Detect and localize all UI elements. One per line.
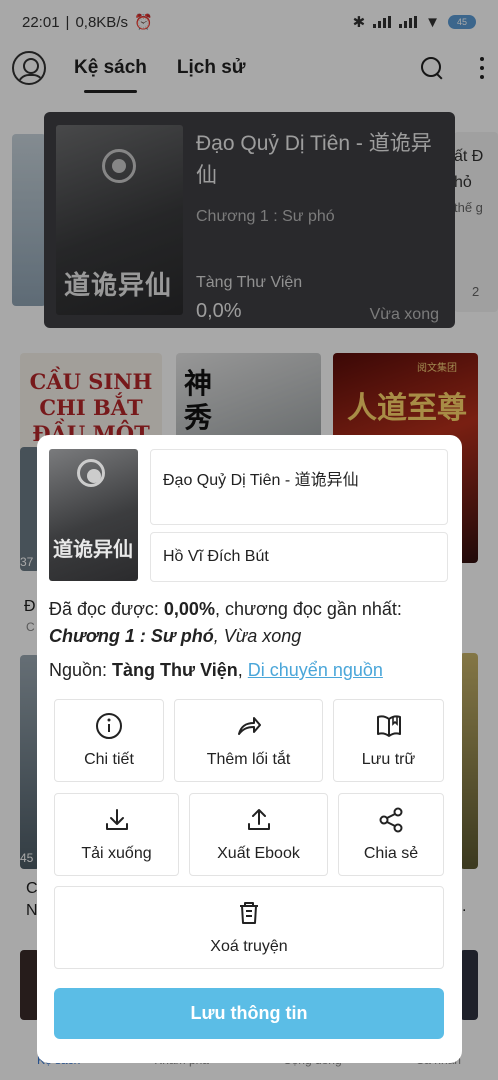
share-button[interactable]: Chia sẻ [338,793,444,876]
last-read-time: , Vừa xong [213,626,302,646]
sheet-cover-title: 道诡异仙 [53,537,133,561]
source-name: Tàng Thư Viện [112,660,238,680]
read-prefix: Đã đọc được: [49,599,164,619]
upload-icon [247,809,270,830]
add-shortcut-label: Thêm lối tắt [206,751,291,768]
sheet-cover-emblem-icon [77,459,105,487]
last-chapter: Chương 1 : Sư phó [49,626,214,646]
book-name-field[interactable]: Đạo Quỷ Dị Tiên - 道诡异仙 [150,449,448,525]
archive-label: Lưu trữ [361,751,416,768]
details-label: Chi tiết [84,751,134,768]
export-ebook-button[interactable]: Xuất Ebook [189,793,328,876]
add-shortcut-button[interactable]: Thêm lối tắt [174,699,323,782]
share-arrow-icon [237,717,261,735]
delete-book-button[interactable]: Xoá truyện [54,886,444,969]
source-line: Nguồn: Tàng Thư Viện, Di chuyển nguồn [49,660,383,681]
source-prefix: Nguồn: [49,660,113,680]
share-label: Chia sẻ [363,845,419,862]
trash-icon [240,902,258,924]
book-open-icon [376,715,401,737]
source-sep: , [237,660,248,680]
save-info-button[interactable]: Lưu thông tin [54,988,444,1039]
info-icon [96,713,122,739]
read-progress-line: Đã đọc được: 0,00%, chương đọc gần nhất: [49,599,402,620]
export-ebook-label: Xuất Ebook [217,845,300,862]
sheet-book-cover[interactable]: 道诡异仙 [49,449,138,581]
share-nodes-icon [379,807,403,833]
read-percent: 0,00% [163,599,215,619]
download-label: Tải xuống [81,845,152,862]
author-field[interactable]: Hồ Vĩ Đích Bút [150,532,448,582]
download-icon [105,809,128,830]
archive-button[interactable]: Lưu trữ [333,699,444,782]
download-button[interactable]: Tải xuống [54,793,179,876]
book-info-sheet: 道诡异仙 Đạo Quỷ Dị Tiên - 道诡异仙 Hồ Vĩ Đích B… [37,435,462,1063]
last-chapter-line: Chương 1 : Sư phó, Vừa xong [49,626,301,647]
move-source-link[interactable]: Di chuyển nguồn [248,660,383,680]
details-button[interactable]: Chi tiết [54,699,164,782]
delete-book-label: Xoá truyện [210,938,288,955]
read-suffix: , chương đọc gần nhất: [214,599,402,619]
